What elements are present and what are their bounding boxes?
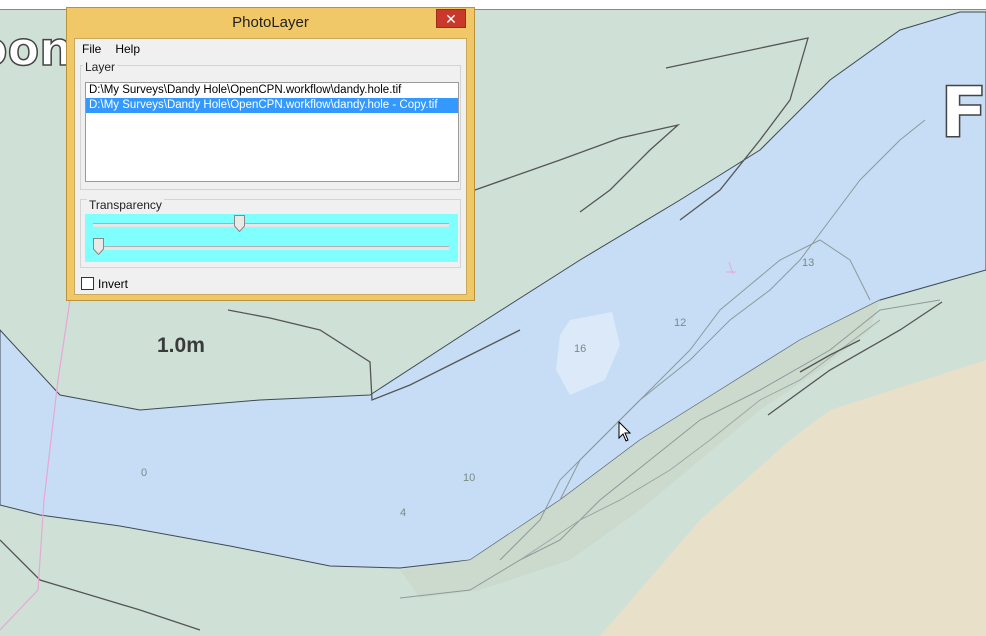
sounding-10: 10 [463,472,476,484]
second-slider-thumb[interactable] [93,238,104,255]
invert-checkbox[interactable] [81,277,94,290]
window-title: PhotoLayer [232,14,309,31]
menu-file[interactable]: File [75,41,108,57]
mouse-cursor-icon [618,421,632,442]
photolayer-dialog[interactable]: PhotoLayer ✕ File Help Layer D:\My Survey… [66,7,475,301]
title-bar[interactable]: PhotoLayer ✕ [67,8,474,38]
transparency-slider-area [85,214,458,262]
menu-bar: File Help [75,41,147,59]
transparency-label: Transparency [87,198,164,212]
slider-track-1[interactable] [93,223,449,227]
sounding-12: 12 [674,317,687,329]
layer-label: Layer [83,60,118,74]
invert-checkbox-row[interactable]: Invert [81,277,128,291]
slider-track-2[interactable] [93,246,449,250]
dialog-body: File Help Layer D:\My Surveys\Dandy Hole\… [74,38,467,295]
place-label-right: Fo [939,71,986,155]
layer-list-item-selected[interactable]: D:\My Surveys\Dandy Hole\OpenCPN.workflo… [86,98,458,113]
place-label-left: oon [0,21,73,77]
layer-list-item[interactable]: D:\My Surveys\Dandy Hole\OpenCPN.workflo… [86,83,458,98]
depth-note: 1.0m [157,334,205,357]
layer-list[interactable]: D:\My Surveys\Dandy Hole\OpenCPN.workflo… [85,82,459,182]
menu-help[interactable]: Help [108,41,147,57]
transparency-slider-thumb[interactable] [234,215,246,232]
invert-label: Invert [98,277,129,291]
sounding-13: 13 [802,257,815,269]
sounding-16: 16 [574,343,587,355]
sounding-0: 0 [141,467,148,479]
close-button[interactable]: ✕ [436,9,466,28]
sounding-4: 4 [400,507,407,519]
